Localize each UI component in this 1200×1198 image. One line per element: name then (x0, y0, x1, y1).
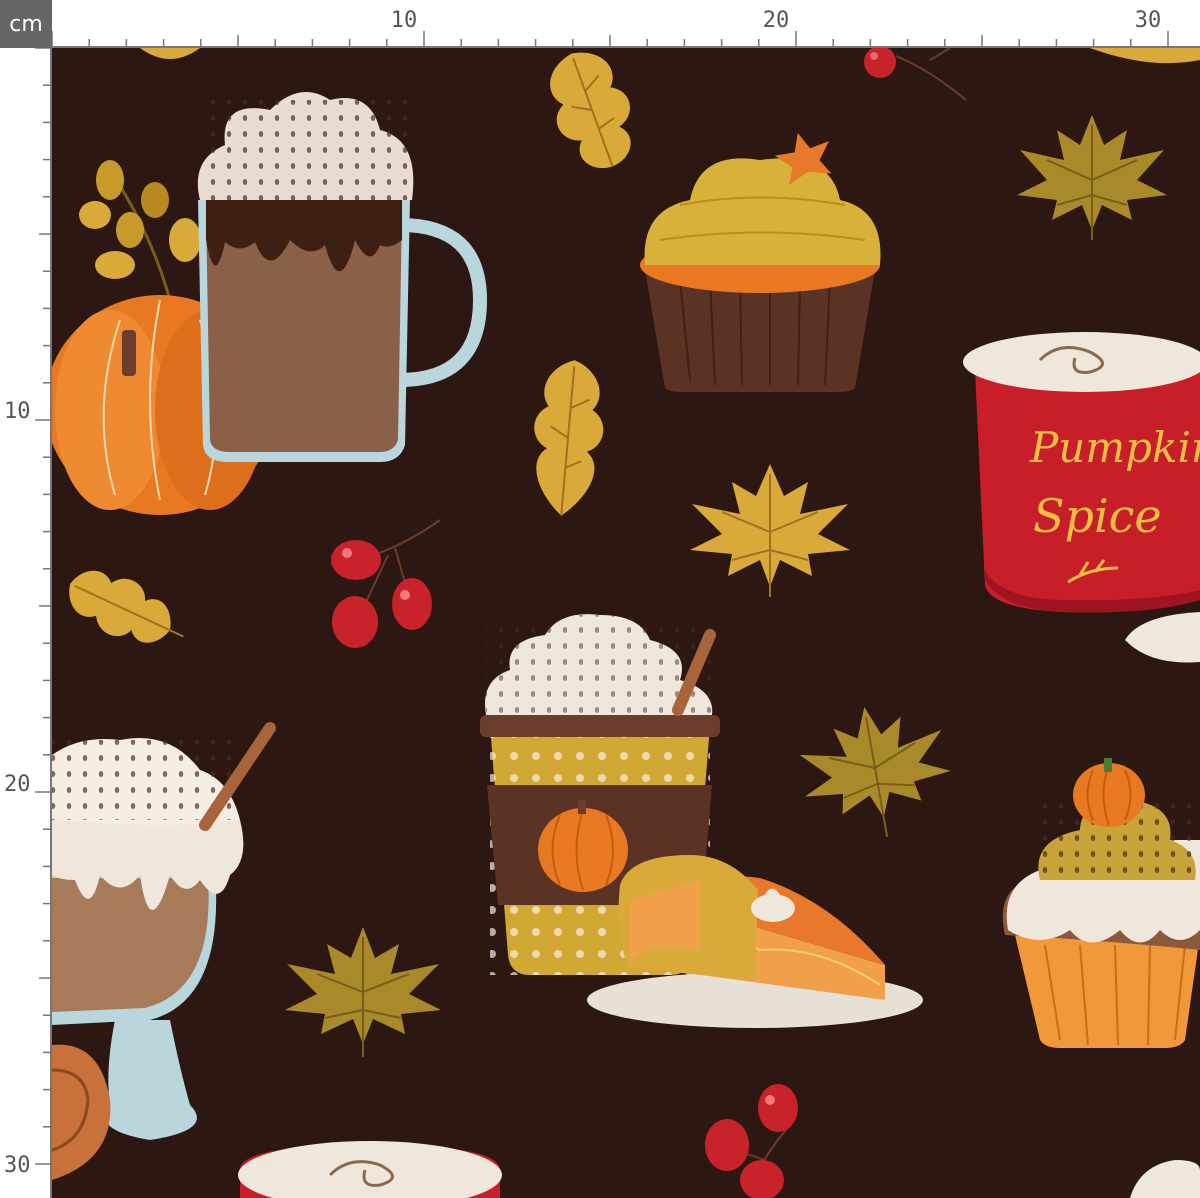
left-ruler-label: 10 (4, 399, 31, 424)
fabric-print: Pumpkin Spice (52, 48, 1200, 1198)
top-ruler-label: 20 (763, 8, 790, 33)
can-label-line1: Pumpkin (1029, 423, 1200, 472)
left-ruler-label: 30 (4, 1153, 31, 1178)
can-label-line2: Spice (1033, 489, 1162, 543)
left-ruler: 10 20 30 (0, 48, 52, 1198)
top-ruler: 10 20 30 (52, 0, 1200, 48)
ruler-unit-label: cm (0, 0, 52, 48)
top-ruler-label: 10 (391, 8, 418, 33)
top-ruler-label: 30 (1135, 8, 1162, 33)
left-ruler-label: 20 (4, 772, 31, 797)
